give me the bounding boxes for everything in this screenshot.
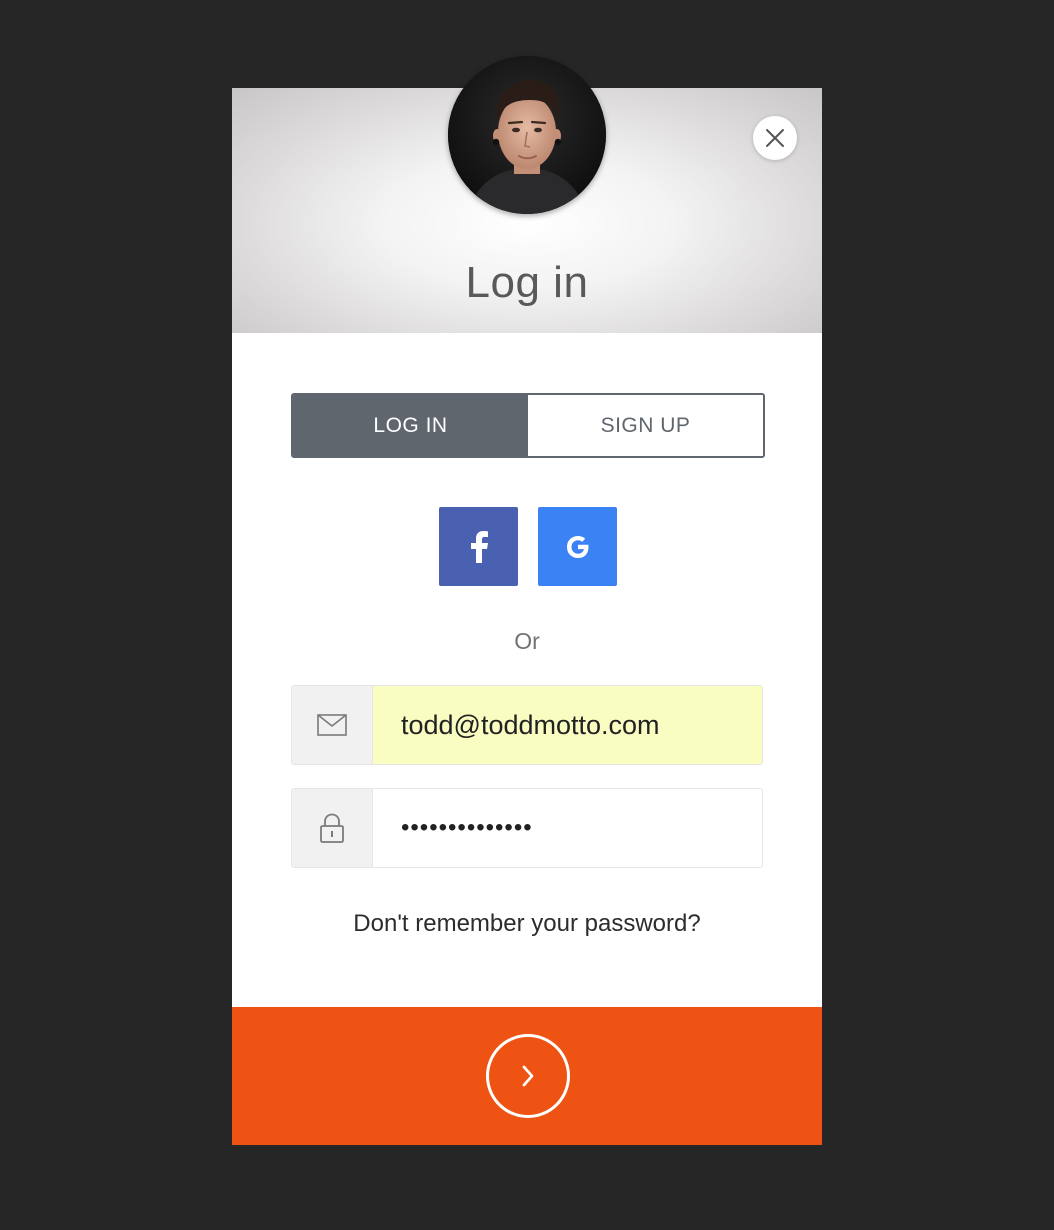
login-modal: Log in LOG IN SIGN UP Or todd@toddmotto.… (232, 56, 822, 1145)
avatar-portrait-icon (448, 56, 606, 214)
google-icon (566, 535, 588, 558)
auth-tabs: LOG IN SIGN UP (291, 393, 765, 458)
email-field-icon-box (292, 686, 373, 764)
chevron-right-icon (522, 1065, 534, 1087)
password-field (291, 788, 763, 868)
facebook-login-button[interactable] (439, 507, 518, 586)
email-field (291, 685, 763, 765)
modal-header: Log in (232, 56, 822, 333)
or-divider: Or (514, 628, 540, 654)
tab-login[interactable]: LOG IN (293, 395, 528, 456)
tab-signup[interactable]: SIGN UP (528, 395, 763, 456)
envelope-icon (317, 714, 347, 736)
lock-icon (320, 813, 344, 843)
google-login-button[interactable] (538, 507, 617, 586)
close-button[interactable] (753, 116, 797, 160)
email-input[interactable] (373, 686, 762, 764)
facebook-icon (470, 530, 488, 563)
page-title: Log in (465, 258, 589, 307)
password-input[interactable] (373, 789, 762, 867)
submit-button[interactable] (486, 1034, 570, 1118)
avatar (448, 56, 606, 214)
forgot-password-link[interactable]: Don't remember your password? (232, 910, 822, 938)
close-icon (766, 129, 784, 147)
password-field-icon-box (292, 789, 373, 867)
submit-bar (232, 1007, 822, 1145)
